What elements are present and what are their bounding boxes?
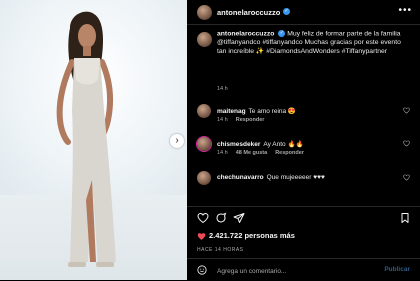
caption-avatar[interactable] [197,32,212,47]
comment-time: 14 h [217,150,228,156]
next-arrow-icon[interactable]: › [170,134,184,148]
caption-text: antonelaroccuzzo ✓ Muy feliz de formar p… [217,30,412,57]
heart-icon[interactable] [403,107,410,114]
liked-heart-icon [197,232,206,240]
likes-text: 2.421.722 personas más [209,231,295,240]
post-comment-button[interactable]: Publicar [384,266,410,273]
comment-input-row: Publicar [187,258,420,281]
comment-reply-button[interactable]: Responder [275,150,304,156]
comment-avatar[interactable] [197,137,211,151]
likes-count[interactable]: 2.421.722 personas más [197,231,295,241]
instagram-post-modal: › antonelaroccuzzo ✓ ••• antonelaroccuzzo… [0,0,420,280]
share-icon[interactable] [233,212,245,224]
divider [187,206,420,207]
post-header: antonelaroccuzzo ✓ ••• [187,0,420,25]
comment-text: Que mujeeeeer ♥♥♥ [266,174,325,181]
comment-username[interactable]: chechunavarro [217,174,264,181]
comment-username[interactable]: maitenag [217,108,246,115]
comment-text: Ay Anto 🔥🔥 [263,141,304,148]
author-username[interactable]: antonelaroccuzzo [217,8,280,17]
comment-item: maitenag Te amo reina 😍 14 h Responder [187,104,420,126]
caption-verified-icon: ✓ [278,30,286,37]
woman-figure [56,11,116,267]
caption-time: 14 h [217,86,228,92]
heart-icon[interactable] [403,174,410,181]
comment-avatar[interactable] [197,104,211,118]
caption-username[interactable]: antonelaroccuzzo [217,30,274,37]
post-timestamp: HACE 14 HORAS [197,247,244,253]
comment-avatar[interactable] [197,171,211,185]
emoji-icon[interactable] [197,265,207,275]
more-options-icon[interactable]: ••• [398,5,412,16]
action-bar [187,210,420,228]
comment-item: chismesdeker Ay Anto 🔥🔥 14 h 48 Me gusta Re… [187,137,420,159]
post-photo[interactable]: › [0,0,187,280]
comment-item: chechunavarro Que mujeeeeer ♥♥♥ [187,171,420,193]
comment-time: 14 h [217,117,228,123]
bookmark-icon[interactable] [399,212,411,224]
heart-icon[interactable] [403,140,410,147]
post-panel: antonelaroccuzzo ✓ ••• antonelaroccuzzo ✓… [187,0,420,280]
comment-icon[interactable] [215,212,227,224]
author-avatar[interactable] [197,5,212,20]
comment-username[interactable]: chismesdeker [217,141,260,148]
comment-text: Te amo reina 😍 [248,108,297,115]
comment-likes[interactable]: 48 Me gusta [236,150,267,156]
comment-input[interactable] [215,263,369,279]
comment-reply-button[interactable]: Responder [236,117,265,123]
verified-badge-icon: ✓ [283,8,290,15]
heart-icon[interactable] [197,212,209,224]
